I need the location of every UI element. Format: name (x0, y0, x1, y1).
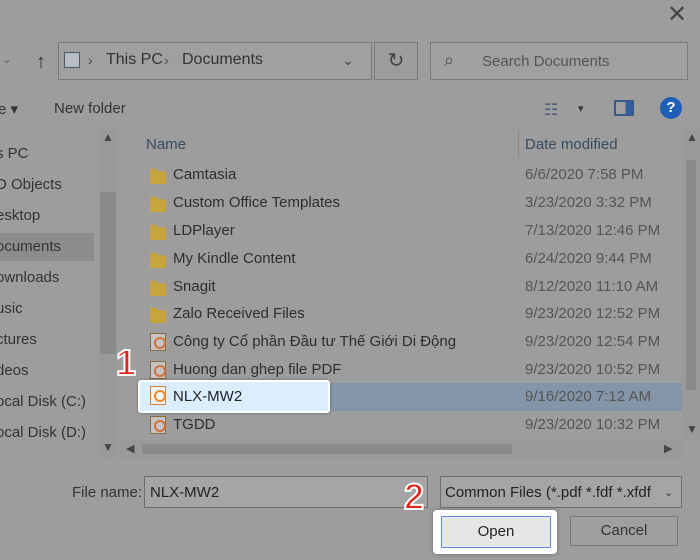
file-name: Huong dan ghep file PDF (173, 361, 342, 378)
up-folder-icon[interactable]: ↑ (28, 48, 54, 76)
chevron-down-icon[interactable]: ⌄ (664, 486, 673, 499)
list-item[interactable]: Custom Office Templates 3/23/2020 3:32 P… (140, 189, 682, 217)
file-name: Zalo Received Files (173, 305, 305, 322)
file-date: 9/23/2020 10:32 PM (525, 416, 661, 433)
list-item[interactable]: LDPlayer 7/13/2020 12:46 PM (140, 217, 682, 245)
refresh-icon[interactable]: ↻ (374, 42, 418, 80)
file-name-value[interactable]: NLX-MW2 (150, 484, 219, 501)
file-name: Công ty Cổ phần Đầu tư Thế Giới Di Động (173, 333, 457, 350)
file-name: LDPlayer (173, 222, 235, 239)
scroll-right-icon[interactable]: ▶ (664, 442, 672, 455)
sidebar-item-music[interactable]: usic (0, 295, 94, 323)
sidebar-item-local-disk-d[interactable]: ocal Disk (D:) (0, 419, 94, 447)
file-name: Snagit (173, 278, 216, 295)
folder-icon (150, 280, 166, 296)
list-item[interactable]: Công ty Cổ phần Đầu tư Thế Giới Di Động … (140, 328, 682, 356)
selected-file-name: NLX-MW2 (173, 388, 243, 405)
close-icon[interactable]: ✕ (662, 2, 692, 28)
step-2-annotation: 2 (403, 475, 425, 518)
file-name: My Kindle Content (173, 250, 296, 267)
scroll-left-icon[interactable]: ◀ (126, 442, 134, 455)
breadcrumb-separator-icon[interactable]: › (88, 52, 93, 68)
scroll-up-icon[interactable]: ▲ (686, 130, 698, 144)
nav-scrollbar-thumb[interactable] (100, 192, 116, 354)
search-placeholder: Search Documents (482, 53, 610, 70)
list-item[interactable]: My Kindle Content 6/24/2020 9:44 PM (140, 245, 682, 273)
sidebar-item-desktop[interactable]: esktop (0, 202, 94, 230)
sidebar-item-pictures[interactable]: ctures (0, 326, 94, 354)
list-item[interactable]: Snagit 8/12/2020 11:10 AM (140, 273, 682, 301)
scroll-down-icon[interactable]: ▼ (686, 422, 698, 436)
file-name: TGDD (173, 416, 216, 433)
this-pc-icon (64, 52, 80, 68)
new-folder-button[interactable]: New folder (54, 100, 126, 117)
list-item[interactable]: Camtasia 6/6/2020 7:58 PM (140, 161, 682, 189)
cancel-button[interactable]: Cancel (570, 516, 678, 546)
open-button[interactable]: Open (441, 516, 551, 548)
sidebar-item-downloads[interactable]: ownloads (0, 264, 94, 292)
list-item[interactable]: Zalo Received Files 9/23/2020 12:52 PM (140, 300, 682, 328)
view-options-icon[interactable]: ☷ (544, 100, 558, 120)
file-date: 6/6/2020 7:58 PM (525, 166, 644, 183)
recent-locations-chevron-icon[interactable]: ⌄ (2, 52, 12, 66)
folder-icon (150, 224, 166, 240)
list-item[interactable]: TGDD 9/23/2020 10:32 PM (140, 411, 682, 439)
column-divider[interactable] (518, 130, 519, 158)
address-dropdown-icon[interactable]: ⌄ (342, 52, 354, 69)
folder-icon (150, 252, 166, 268)
list-horizontal-scrollbar-thumb[interactable] (142, 444, 512, 454)
preview-pane-icon[interactable] (614, 100, 634, 116)
help-icon[interactable]: ? (660, 97, 682, 119)
file-date: 8/12/2020 11:10 AM (525, 278, 659, 295)
sidebar-item-documents[interactable]: ocuments (0, 233, 94, 261)
breadcrumb-documents[interactable]: Documents (182, 51, 263, 69)
list-vertical-scrollbar-thumb[interactable] (686, 160, 696, 390)
breadcrumb-this-pc[interactable]: This PC (106, 51, 163, 69)
breadcrumb-separator-icon[interactable]: › (164, 52, 169, 68)
organize-button[interactable]: e ▾ (0, 100, 18, 118)
pdf-file-icon (150, 333, 166, 351)
file-name: Custom Office Templates (173, 194, 341, 211)
file-name: Camtasia (173, 166, 237, 183)
file-name-label: File name: (72, 484, 143, 501)
sidebar-item-3d-objects[interactable]: D Objects (0, 171, 94, 199)
folder-icon (150, 196, 166, 212)
pdf-file-icon (150, 416, 166, 434)
search-icon: ⌕ (444, 50, 455, 70)
file-type-value[interactable]: Common Files (*.pdf *.fdf *.xfdf (445, 484, 651, 501)
file-date: 9/16/2020 7:12 AM (525, 388, 651, 405)
file-date: 6/24/2020 9:44 PM (525, 250, 652, 267)
open-file-dialog: ✕ ⌄ ↑ › This PC › Documents ⌄ ↻ ⌕ Search… (0, 0, 700, 560)
column-header-date-modified[interactable]: Date modified (525, 136, 618, 153)
sidebar-item-videos[interactable]: deos (0, 357, 94, 385)
column-header-name[interactable]: Name (146, 136, 186, 153)
sidebar-item-local-disk-c[interactable]: ocal Disk (C:) (0, 388, 94, 416)
step-1-annotation: 1 (115, 341, 137, 384)
file-date: 3/23/2020 3:32 PM (525, 194, 652, 211)
scroll-up-icon[interactable]: ▲ (102, 130, 114, 144)
view-dropdown-icon[interactable]: ▾ (578, 102, 584, 115)
file-date: 9/23/2020 12:52 PM (525, 305, 661, 322)
scroll-down-icon[interactable]: ▼ (102, 440, 114, 454)
pdf-file-icon (150, 361, 166, 379)
file-date: 9/23/2020 10:52 PM (525, 361, 661, 378)
file-date: 9/23/2020 12:54 PM (525, 333, 661, 350)
file-date: 7/13/2020 12:46 PM (525, 222, 661, 239)
folder-icon (150, 168, 166, 184)
folder-icon (150, 307, 166, 323)
sidebar-item-this-pc[interactable]: s PC (0, 140, 94, 168)
pdf-file-icon (150, 386, 166, 405)
